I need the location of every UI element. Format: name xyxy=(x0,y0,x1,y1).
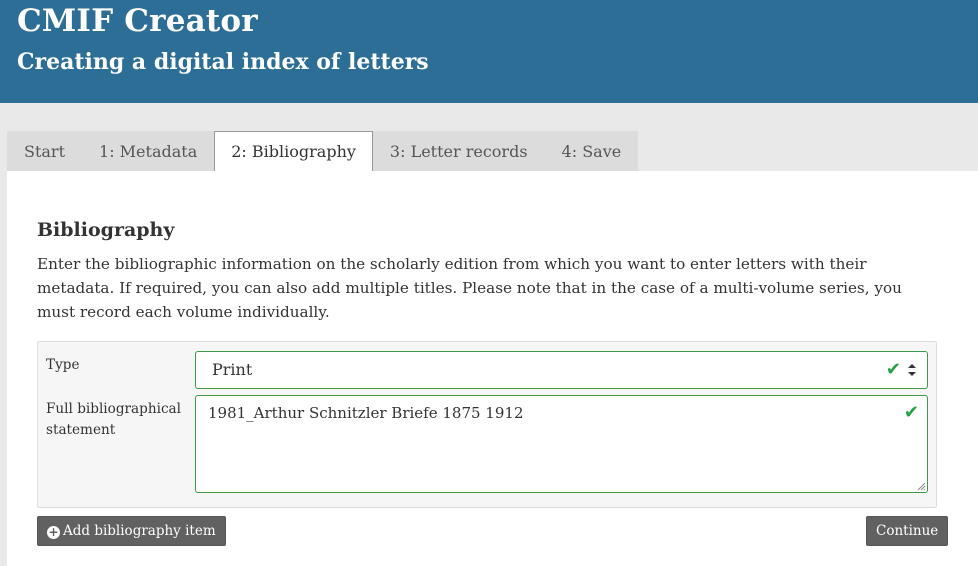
valid-check-icon: ✔ xyxy=(903,402,919,423)
bibliography-item-form: Type Print ✔ Full bibliographical statem… xyxy=(37,341,937,508)
add-bibliography-item-label: Add bibliography item xyxy=(63,523,216,539)
tab-bar: Start 1: Metadata 2: Bibliography 3: Let… xyxy=(7,131,639,172)
app-subtitle: Creating a digital index of letters xyxy=(17,49,429,75)
tab-save[interactable]: 4: Save xyxy=(544,131,639,172)
tab-start[interactable]: Start xyxy=(7,131,83,172)
add-bibliography-item-button[interactable]: + Add bibliography item xyxy=(37,516,226,546)
plus-circle-icon: + xyxy=(47,525,60,539)
app-header: CMIF Creator Creating a digital index of… xyxy=(0,0,978,103)
tab-metadata[interactable]: 1: Metadata xyxy=(82,131,215,172)
valid-check-icon: ✔ xyxy=(885,359,901,380)
section-title: Bibliography xyxy=(37,219,175,241)
type-select[interactable]: Print ✔ xyxy=(195,351,928,389)
section-intro: Enter the bibliographic information on t… xyxy=(37,255,902,321)
type-select-value: Print xyxy=(212,360,253,379)
resize-grip-icon[interactable] xyxy=(916,481,926,491)
tab-bibliography[interactable]: 2: Bibliography xyxy=(214,131,373,172)
app-title: CMIF Creator xyxy=(17,3,258,39)
select-arrows-icon xyxy=(908,364,916,376)
full-statement-value: 1981_Arthur Schnitzler Briefe 1875 1912 xyxy=(208,404,524,422)
full-statement-label: Full bibliographical statement xyxy=(46,401,182,438)
tab-letter-records[interactable]: 3: Letter records xyxy=(372,131,545,172)
type-label: Type xyxy=(46,357,80,373)
continue-button[interactable]: Continue xyxy=(866,516,949,546)
bibliography-panel: Bibliography Enter the bibliographic inf… xyxy=(7,171,978,566)
full-statement-textarea[interactable]: 1981_Arthur Schnitzler Briefe 1875 1912 … xyxy=(195,395,928,493)
